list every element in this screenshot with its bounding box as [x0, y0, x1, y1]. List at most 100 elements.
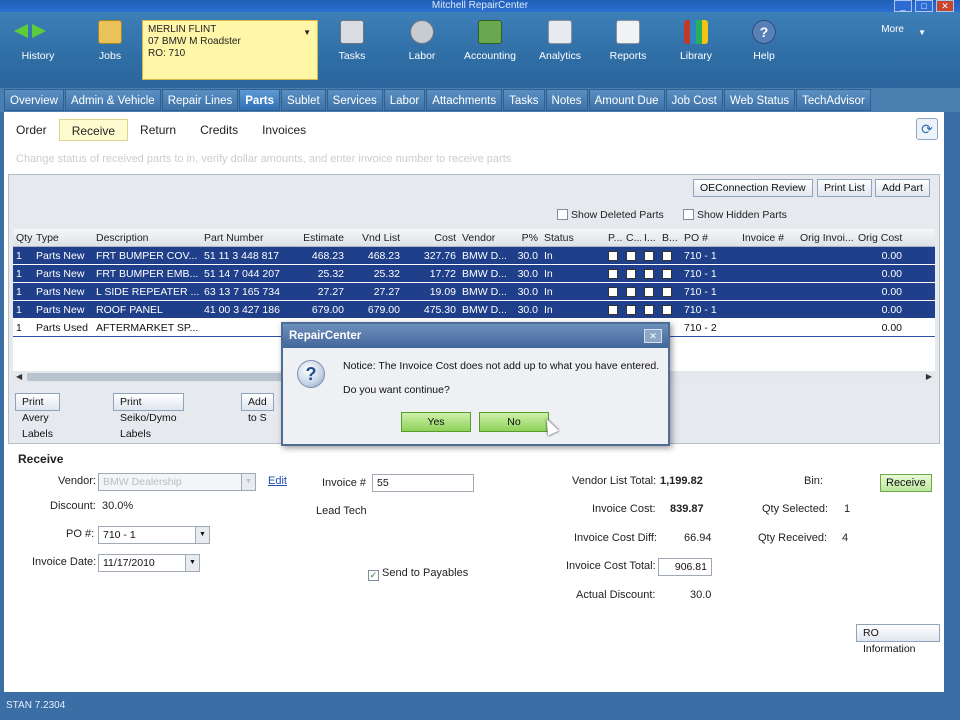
cell-i-checkbox[interactable]	[641, 283, 659, 301]
tab-techadvisor[interactable]: TechAdvisor	[796, 89, 871, 111]
subtab-invoices[interactable]: Invoices	[250, 119, 318, 141]
col-orig-invoice[interactable]: Orig Invoi...	[797, 229, 855, 247]
cell-c-checkbox[interactable]	[623, 283, 641, 301]
col-po[interactable]: PO #	[681, 229, 739, 247]
col-status[interactable]: Status	[541, 229, 603, 247]
tab-attachments[interactable]: Attachments	[426, 89, 503, 111]
close-window-button[interactable]: ✕	[936, 0, 954, 12]
cell-p-checkbox[interactable]	[605, 247, 623, 265]
tab-overview[interactable]: Overview	[4, 89, 64, 111]
cell-status[interactable]: In	[541, 265, 603, 283]
cell-status[interactable]: In	[541, 301, 603, 319]
send-to-payables-checkbox[interactable]: ✓	[368, 570, 379, 581]
print-avery-labels-button[interactable]: Print Avery Labels	[15, 393, 60, 440]
dialog-close-button[interactable]: ✕	[644, 329, 662, 343]
ro-information-button[interactable]: RO Information	[856, 624, 940, 655]
invoice-date-picker[interactable]: 11/17/2010 ▼	[98, 554, 200, 572]
col-vendor[interactable]: Vendor	[459, 229, 509, 247]
col-qty[interactable]: Qty	[13, 229, 33, 247]
tab-parts[interactable]: Parts	[239, 89, 281, 111]
col-description[interactable]: Description	[93, 229, 201, 247]
tab-tasks[interactable]: Tasks	[503, 89, 545, 111]
cell-p-checkbox[interactable]	[605, 283, 623, 301]
back-arrow-icon[interactable]	[14, 24, 28, 38]
cell-c-checkbox[interactable]	[623, 247, 641, 265]
tab-notes[interactable]: Notes	[545, 89, 588, 111]
cell-status[interactable]: In	[541, 283, 603, 301]
tasks-button[interactable]: Tasks	[320, 20, 384, 62]
edit-vendor-link[interactable]: Edit	[268, 475, 287, 487]
chevron-down-icon[interactable]: ▼	[918, 28, 926, 37]
col-i[interactable]: I...	[641, 229, 659, 247]
table-row[interactable]: 1 Parts New L SIDE REPEATER ... 63 13 7 …	[13, 283, 935, 301]
forward-arrow-icon[interactable]	[32, 24, 46, 38]
receive-button[interactable]: Receive	[880, 474, 932, 492]
send-to-payables-option[interactable]: ✓ Send to Payables	[368, 567, 468, 581]
col-b[interactable]: B...	[659, 229, 681, 247]
cell-b-checkbox[interactable]	[659, 265, 681, 283]
refresh-icon[interactable]: ⟳	[916, 118, 938, 140]
print-list-button[interactable]: Print List	[817, 179, 872, 197]
subtab-credits[interactable]: Credits	[188, 119, 250, 141]
cell-c-checkbox[interactable]	[623, 265, 641, 283]
add-to-stock-button[interactable]: Add to S	[241, 393, 274, 424]
cell-c-checkbox[interactable]	[623, 301, 641, 319]
table-row[interactable]: 1 Parts New ROOF PANEL 41 00 3 427 186 6…	[13, 301, 935, 319]
cell-cost[interactable]: 17.72	[403, 265, 459, 283]
cell-p-checkbox[interactable]	[605, 301, 623, 319]
no-button[interactable]: No	[479, 412, 549, 432]
po-dropdown[interactable]: 710 - 1 ▼	[98, 526, 210, 544]
show-deleted-option[interactable]: Show Deleted Parts	[557, 209, 664, 221]
cell-cost[interactable]: 475.30	[403, 301, 459, 319]
col-invoice[interactable]: Invoice #	[739, 229, 797, 247]
col-estimate[interactable]: Estimate	[289, 229, 347, 247]
tab-sublet[interactable]: Sublet	[281, 89, 326, 111]
maximize-button[interactable]: □	[915, 0, 933, 12]
add-part-button[interactable]: Add Part	[875, 179, 930, 197]
subtab-return[interactable]: Return	[128, 119, 188, 141]
tab-repair-lines[interactable]: Repair Lines	[161, 89, 239, 111]
col-vnd-list[interactable]: Vnd List	[347, 229, 403, 247]
cell-invoice[interactable]	[739, 283, 797, 301]
cell-i-checkbox[interactable]	[641, 265, 659, 283]
col-type[interactable]: Type	[33, 229, 93, 247]
cell-i-checkbox[interactable]	[641, 301, 659, 319]
cell-cost[interactable]: 19.09	[403, 283, 459, 301]
table-row[interactable]: 1 Parts New FRT BUMPER EMB... 51 14 7 04…	[13, 265, 935, 283]
chevron-down-icon[interactable]: ▼	[241, 474, 255, 490]
scroll-right-icon[interactable]: ▶	[926, 371, 932, 383]
col-part-number[interactable]: Part Number	[201, 229, 289, 247]
oeconnection-review-button[interactable]: OEConnection Review	[693, 179, 813, 197]
print-seiko-dymo-labels-button[interactable]: Print Seiko/Dymo Labels	[113, 393, 184, 440]
chevron-down-icon[interactable]: ▼	[303, 27, 311, 39]
cell-cost[interactable]: 327.76	[403, 247, 459, 265]
table-row[interactable]: 1 Parts New FRT BUMPER COV... 51 11 3 44…	[13, 247, 935, 265]
labor-button[interactable]: Labor	[390, 20, 454, 62]
vendor-dropdown[interactable]: BMW Dealership ▼	[98, 473, 256, 491]
cell-status[interactable]: In	[541, 247, 603, 265]
history-arrows[interactable]	[14, 24, 46, 38]
scroll-thumb[interactable]	[27, 373, 297, 381]
accounting-button[interactable]: Accounting	[458, 20, 522, 62]
subtab-receive[interactable]: Receive	[58, 119, 129, 141]
cell-i-checkbox[interactable]	[641, 247, 659, 265]
analytics-button[interactable]: Analytics	[528, 20, 592, 62]
minimize-button[interactable]: _	[894, 0, 912, 12]
yes-button[interactable]: Yes	[401, 412, 471, 432]
tab-amount-due[interactable]: Amount Due	[588, 89, 665, 111]
col-orig-cost[interactable]: Orig Cost	[855, 229, 905, 247]
library-button[interactable]: Library	[664, 20, 728, 62]
cell-b-checkbox[interactable]	[659, 283, 681, 301]
calendar-dropdown-icon[interactable]: ▼	[185, 555, 199, 571]
ro-selector[interactable]: MERLIN FLINT 07 BMW M Roadster RO: 710 ▼	[142, 20, 318, 80]
cell-b-checkbox[interactable]	[659, 247, 681, 265]
cell-invoice[interactable]	[739, 247, 797, 265]
chevron-down-icon[interactable]: ▼	[195, 527, 209, 543]
tab-admin-vehicle[interactable]: Admin & Vehicle	[64, 89, 161, 111]
more-menu[interactable]: More	[881, 24, 904, 35]
cell-b-checkbox[interactable]	[659, 301, 681, 319]
col-pct[interactable]: P%	[509, 229, 541, 247]
tab-job-cost[interactable]: Job Cost	[665, 89, 723, 111]
subtab-order[interactable]: Order	[4, 119, 59, 141]
tab-web-status[interactable]: Web Status	[723, 89, 796, 111]
